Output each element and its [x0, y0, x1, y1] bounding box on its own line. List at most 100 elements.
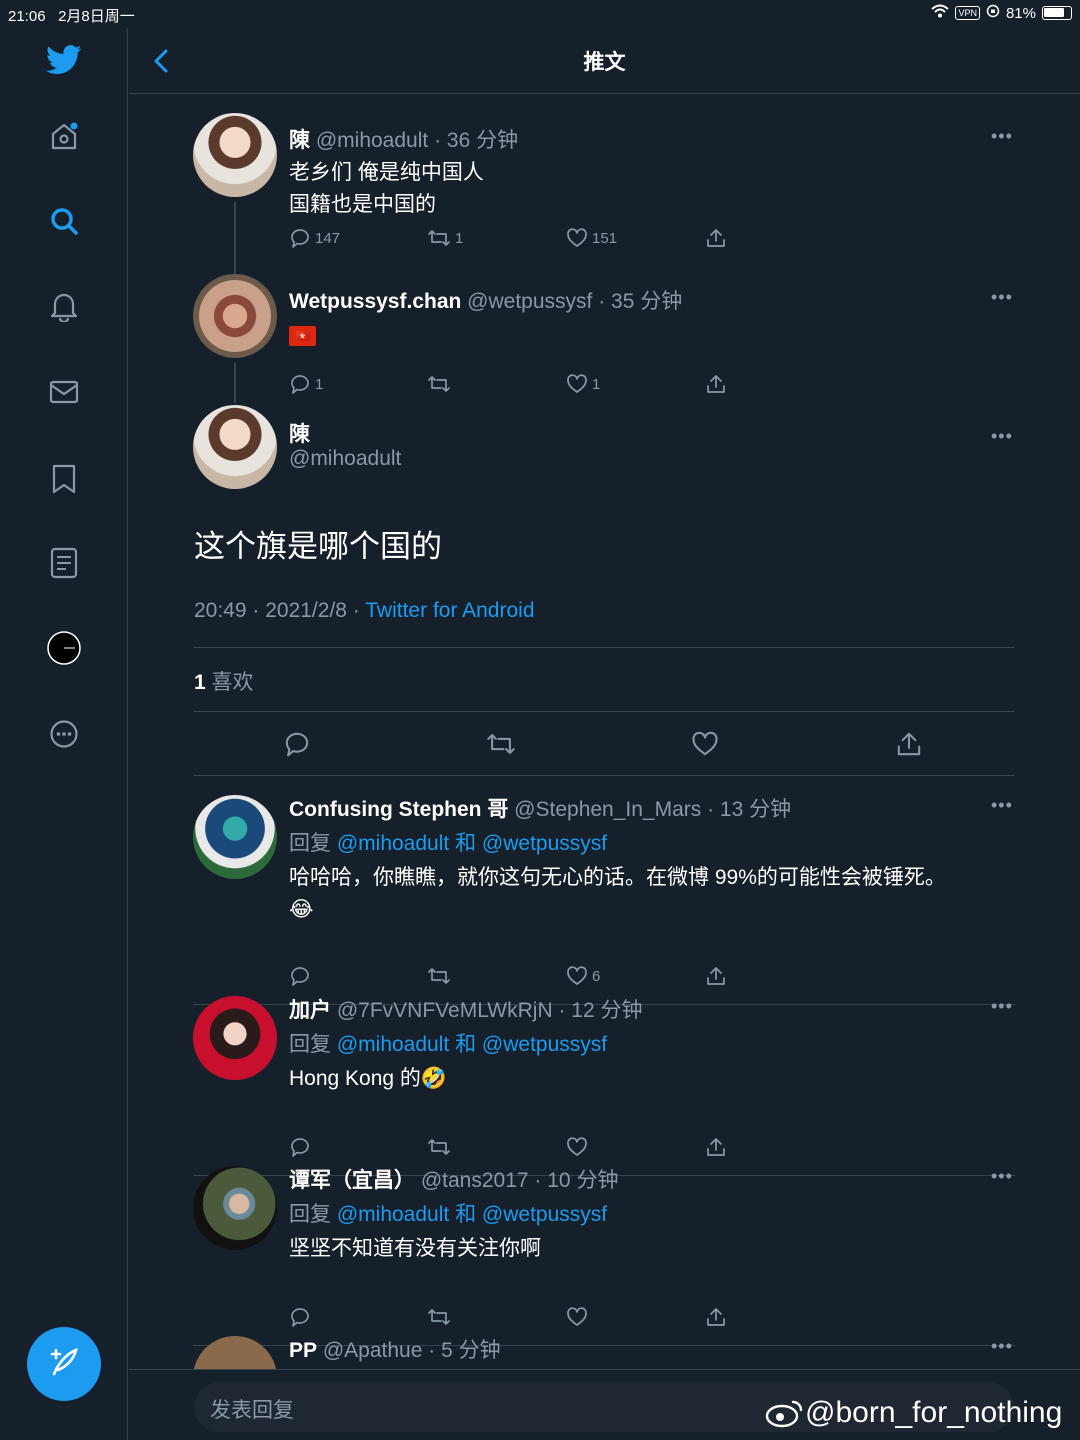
main-column: 推文 陳 @mihoadult · 36 分钟 ••• 老乡们 俺是纯中国人 国…: [129, 28, 1080, 1440]
like-button[interactable]: [691, 730, 719, 763]
likes-count-link[interactable]: 1 喜欢: [194, 666, 254, 696]
like-button[interactable]: [566, 1136, 588, 1158]
mention-link[interactable]: @wetpussysf: [482, 832, 607, 855]
more-menu-icon[interactable]: •••: [991, 426, 1013, 447]
search-icon[interactable]: [44, 201, 84, 241]
author-name[interactable]: 加户: [289, 999, 331, 1022]
tweet-time: · 12 分钟: [558, 999, 643, 1022]
more-options-icon[interactable]: [44, 714, 84, 754]
author-handle[interactable]: @7FvVNFVeMLWkRjN: [337, 999, 553, 1022]
reply-button[interactable]: [289, 965, 311, 987]
reply-icon: [285, 732, 309, 757]
heart-icon: [567, 228, 587, 247]
more-menu-icon[interactable]: •••: [991, 795, 1013, 816]
author-handle[interactable]: @mihoadult: [316, 129, 428, 152]
tweet-line: 老乡们 俺是纯中国人: [289, 161, 484, 184]
share-button[interactable]: [705, 1136, 727, 1158]
retweet-button[interactable]: [427, 965, 451, 987]
messages-envelope-icon[interactable]: [44, 372, 84, 412]
more-menu-icon[interactable]: •••: [991, 126, 1013, 147]
mention-link[interactable]: @wetpussysf: [482, 1033, 607, 1056]
tweet-actions: [289, 1136, 749, 1160]
like-button[interactable]: 6: [566, 965, 600, 987]
retweet-button[interactable]: 1: [427, 227, 463, 249]
like-button[interactable]: [566, 1306, 588, 1328]
reply-icon: [291, 1308, 309, 1327]
retweet-icon: [428, 968, 450, 984]
author-handle[interactable]: @wetpussysf: [467, 290, 592, 313]
share-button[interactable]: [705, 227, 727, 249]
share-button[interactable]: [705, 373, 727, 395]
avatar[interactable]: [193, 1166, 277, 1250]
mention-link[interactable]: @mihoadult: [337, 1203, 449, 1226]
retweet-icon: [428, 376, 450, 392]
tweet-header: 陳 @mihoadult · 36 分钟: [289, 124, 518, 154]
reply-button[interactable]: 147: [289, 227, 340, 249]
share-button[interactable]: [705, 1306, 727, 1328]
retweet-button[interactable]: [485, 730, 517, 763]
like-button[interactable]: 151: [566, 227, 617, 249]
retweet-icon: [428, 1309, 450, 1325]
status-bar: 21:06 2月8日周一 VPN 81%: [0, 0, 1080, 28]
avatar[interactable]: [193, 996, 277, 1080]
mention-link[interactable]: @mihoadult: [337, 1033, 449, 1056]
avatar[interactable]: [193, 274, 277, 358]
mention-link[interactable]: @mihoadult: [337, 832, 449, 855]
author-name[interactable]: 陳: [289, 129, 310, 152]
page-title: 推文: [583, 51, 626, 74]
author-name[interactable]: 谭军（宜昌）: [289, 1169, 415, 1192]
tweet-header: 加户 @7FvVNFVeMLWkRjN · 12 分钟: [289, 994, 643, 1024]
bookmarks-icon[interactable]: [44, 459, 84, 499]
retweet-button[interactable]: [427, 1306, 451, 1328]
mention-link[interactable]: @wetpussysf: [482, 1203, 607, 1226]
reply-tweet[interactable]: PP @Apathue · 5 分钟 •••: [129, 1326, 1080, 1369]
tweet-header: PP @Apathue · 5 分钟: [289, 1334, 501, 1364]
tweet-time: · 36 分钟: [434, 129, 519, 152]
reply-button[interactable]: 1: [289, 373, 323, 395]
reply-button[interactable]: [289, 1306, 311, 1328]
heart-icon: [692, 731, 718, 756]
compose-feather-icon: [46, 1344, 82, 1385]
author-handle[interactable]: @Stephen_In_Mars: [514, 798, 701, 821]
more-menu-icon[interactable]: •••: [991, 1166, 1013, 1187]
compose-tweet-button[interactable]: [27, 1327, 101, 1401]
retweet-button[interactable]: [427, 1136, 451, 1158]
share-button[interactable]: [705, 965, 727, 987]
tweet-text: 坚坚不知道有没有关注你啊: [289, 1237, 541, 1260]
divider: [193, 647, 1015, 648]
tweet-actions: 1 1: [289, 373, 749, 397]
author-name[interactable]: Confusing Stephen 哥: [289, 798, 508, 821]
avatar[interactable]: [193, 405, 277, 489]
heart-icon: [567, 1137, 587, 1156]
profile-avatar[interactable]: [44, 628, 84, 668]
reply-button[interactable]: [289, 1136, 311, 1158]
notifications-bell-icon[interactable]: [44, 286, 84, 326]
author-name[interactable]: Wetpussysf.chan: [289, 290, 461, 313]
tweet-timestamp: 20:49 · 2021/2/8 ·: [194, 599, 360, 622]
avatar[interactable]: [193, 795, 277, 879]
author-handle[interactable]: @Apathue: [323, 1339, 423, 1362]
sidebar-nav: [0, 28, 128, 1440]
tweet-line: 国籍也是中国的: [289, 193, 436, 216]
avatar[interactable]: [193, 113, 277, 197]
retweet-button[interactable]: [427, 373, 455, 395]
like-button[interactable]: 1: [566, 373, 600, 395]
home-icon[interactable]: [44, 116, 84, 156]
share-button[interactable]: [895, 730, 923, 763]
emoji: 🤣: [420, 1067, 448, 1090]
more-menu-icon[interactable]: •••: [991, 996, 1013, 1017]
avatar[interactable]: [193, 1336, 277, 1369]
more-menu-icon[interactable]: •••: [991, 287, 1013, 308]
more-menu-icon[interactable]: •••: [991, 1336, 1013, 1357]
vpn-badge: VPN: [955, 6, 980, 20]
tweet-text: 老乡们 俺是纯中国人 国籍也是中国的: [289, 157, 484, 221]
retweet-icon: [487, 734, 515, 754]
tweet-source-link[interactable]: Twitter for Android: [365, 599, 534, 622]
author-handle[interactable]: @tans2017: [421, 1169, 529, 1192]
lists-icon[interactable]: [44, 543, 84, 583]
author-name[interactable]: 陳: [289, 418, 310, 448]
twitter-logo-icon[interactable]: [44, 40, 84, 80]
author-handle[interactable]: @mihoadult: [289, 447, 401, 471]
author-name[interactable]: PP: [289, 1339, 317, 1362]
reply-button[interactable]: [283, 730, 311, 763]
